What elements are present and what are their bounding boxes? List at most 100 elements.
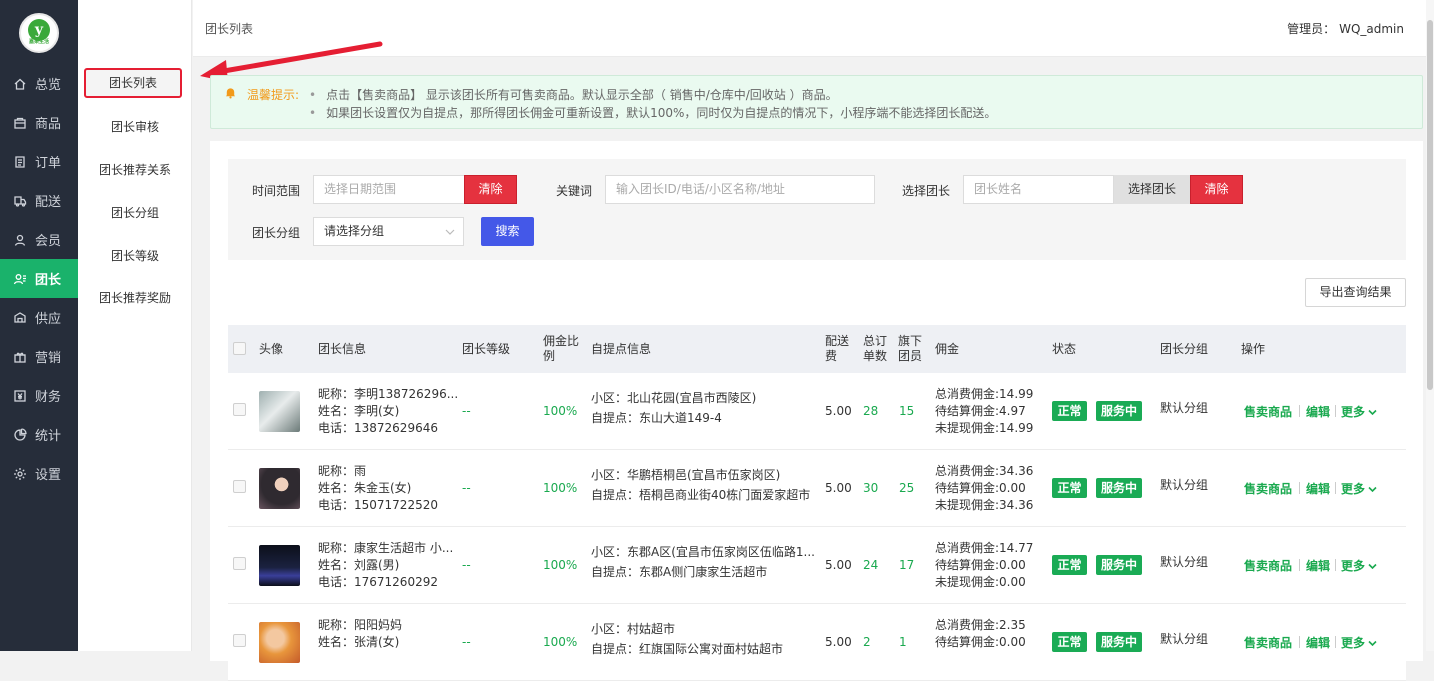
sell-goods-link[interactable]: 售卖商品 xyxy=(1244,403,1292,420)
leader-level: -- xyxy=(462,481,471,495)
logo-text: 嘉果生活 xyxy=(28,39,49,45)
select-all-checkbox[interactable] xyxy=(233,342,246,355)
commission-unwithdrawn: 未提现佣金:0.00 xyxy=(935,575,1026,589)
member-count: 25 xyxy=(899,481,915,495)
subnav-item-leader-list[interactable]: 团长列表 xyxy=(84,68,182,98)
date-range-input[interactable]: 选择日期范围 xyxy=(313,175,465,204)
table-row: 昵称：雨 姓名：朱金玉(女) 电话：15071722520 -- 100% 小区… xyxy=(228,450,1406,527)
more-dropdown[interactable]: 更多 xyxy=(1341,557,1377,574)
keyword-label: 关键词 xyxy=(556,184,593,198)
delivery-fee: 5.00 xyxy=(825,404,852,418)
row-checkbox[interactable] xyxy=(233,403,246,416)
delivery-icon xyxy=(13,194,27,208)
sidebar-item-members[interactable]: 会员 xyxy=(0,220,78,259)
keyword-input[interactable]: 输入团长ID/电话/小区名称/地址 xyxy=(605,175,875,204)
pickup-point: 自提点：红旗国际公寓对面村姑超市 xyxy=(591,642,784,656)
sidebar-item-marketing[interactable]: 营销 xyxy=(0,337,78,376)
delivery-fee: 5.00 xyxy=(825,558,852,572)
divider xyxy=(1335,636,1336,648)
header-pickup: 自提点信息 xyxy=(591,341,652,356)
group-select[interactable]: 请选择分组 xyxy=(313,217,464,246)
status-badge[interactable]: 正常 xyxy=(1052,478,1087,498)
sidebar-item-goods[interactable]: 商品 xyxy=(0,103,78,142)
sell-goods-link[interactable]: 售卖商品 xyxy=(1244,557,1292,574)
sidebar-item-orders[interactable]: 订单 xyxy=(0,142,78,181)
edit-link[interactable]: 编辑 xyxy=(1306,480,1330,497)
leader-phone: 电话：15071722520 xyxy=(318,498,438,512)
sell-goods-link[interactable]: 售卖商品 xyxy=(1244,480,1292,497)
sidebar-item-delivery[interactable]: 配送 xyxy=(0,181,78,220)
service-badge[interactable]: 服务中 xyxy=(1096,632,1142,652)
sidebar-item-label: 营销 xyxy=(35,351,62,366)
subnav-item-leader-level[interactable]: 团长等级 xyxy=(78,241,192,271)
header-level: 团长等级 xyxy=(462,341,511,356)
more-label: 更多 xyxy=(1341,405,1366,419)
choose-leader-button[interactable]: 选择团长 xyxy=(1114,175,1190,204)
tip-line: 点击【售卖商品】 显示该团长所有可售卖商品。默认显示全部（ 销售中/仓库中/回收… xyxy=(309,86,996,104)
row-checkbox[interactable] xyxy=(233,480,246,493)
export-results-button[interactable]: 导出查询结果 xyxy=(1305,278,1406,307)
status-badge[interactable]: 正常 xyxy=(1052,632,1087,652)
sidebar-item-overview[interactable]: 总览 xyxy=(0,64,78,103)
row-checkbox[interactable] xyxy=(233,634,246,647)
brand-logo[interactable]: y 嘉果生活 xyxy=(19,13,59,53)
chevron-down-icon xyxy=(1368,409,1377,416)
more-dropdown[interactable]: 更多 xyxy=(1341,634,1377,651)
order-count: 24 xyxy=(863,558,879,572)
leader-group: 默认分组 xyxy=(1160,478,1209,492)
leader-name-input[interactable]: 团长姓名 xyxy=(963,175,1114,204)
commission-pending: 待结算佣金:0.00 xyxy=(935,481,1026,495)
member-count: 15 xyxy=(899,404,915,418)
status-badge[interactable]: 正常 xyxy=(1052,401,1087,421)
subnav-item-leader-group[interactable]: 团长分组 xyxy=(78,198,192,228)
subnav-item-leader-referral[interactable]: 团长推荐关系 xyxy=(78,155,192,185)
gift-icon xyxy=(13,350,27,364)
more-label: 更多 xyxy=(1341,559,1366,573)
leader-level: -- xyxy=(462,558,471,572)
sidebar-item-finance[interactable]: 财务 xyxy=(0,376,78,415)
sidebar-item-settings[interactable]: 设置 xyxy=(0,454,78,493)
service-badge[interactable]: 服务中 xyxy=(1096,401,1142,421)
sidebar-item-supply[interactable]: 供应 xyxy=(0,298,78,337)
gear-icon xyxy=(13,467,27,481)
order-count: 28 xyxy=(863,404,879,418)
commission-ratio: 100% xyxy=(543,481,578,495)
sidebar-item-label: 配送 xyxy=(35,195,62,210)
header-members: 旗下团员 xyxy=(898,334,923,363)
edit-link[interactable]: 编辑 xyxy=(1306,557,1330,574)
more-dropdown[interactable]: 更多 xyxy=(1341,480,1377,497)
community: 小区：村姑超市 xyxy=(591,622,676,636)
sidebar-item-label: 会员 xyxy=(35,234,62,249)
scrollbar-track[interactable] xyxy=(1426,0,1434,651)
subnav-item-leader-review[interactable]: 团长审核 xyxy=(78,112,192,142)
order-count: 30 xyxy=(863,481,879,495)
service-badge[interactable]: 服务中 xyxy=(1096,478,1142,498)
clear-date-button[interactable]: 清除 xyxy=(464,175,517,204)
row-checkbox[interactable] xyxy=(233,557,246,570)
sell-goods-link[interactable]: 售卖商品 xyxy=(1244,634,1292,651)
admin-prefix: 管理员： xyxy=(1287,22,1336,36)
subnav-item-leader-referral-reward[interactable]: 团长推荐奖励 xyxy=(78,283,192,313)
chevron-down-icon xyxy=(1368,486,1377,493)
home-icon xyxy=(13,77,27,91)
status-badge[interactable]: 正常 xyxy=(1052,555,1087,575)
member-count: 17 xyxy=(899,558,915,572)
admin-info[interactable]: 管理员： WQ_admin xyxy=(1287,20,1404,37)
clear-leader-button[interactable]: 清除 xyxy=(1190,175,1243,204)
order-count: 2 xyxy=(863,635,871,649)
scrollbar-thumb[interactable] xyxy=(1427,20,1433,390)
search-button[interactable]: 搜索 xyxy=(481,217,534,246)
edit-link[interactable]: 编辑 xyxy=(1306,403,1330,420)
community: 小区：东郡A区(宜昌市伍家岗区伍临路1... xyxy=(591,545,815,559)
edit-link[interactable]: 编辑 xyxy=(1306,634,1330,651)
service-badge[interactable]: 服务中 xyxy=(1096,555,1142,575)
sidebar-item-statistics[interactable]: 统计 xyxy=(0,415,78,454)
more-dropdown[interactable]: 更多 xyxy=(1341,403,1377,420)
sidebar-item-leaders[interactable]: 团长 xyxy=(0,259,78,298)
commission-total: 总消费佣金:2.35 xyxy=(935,618,1026,632)
sidebar-item-label: 统计 xyxy=(35,429,62,444)
commission-unwithdrawn: 未提现佣金:14.99 xyxy=(935,421,1034,435)
page-title: 团长列表 xyxy=(205,22,254,36)
header-operations: 操作 xyxy=(1241,341,1266,356)
table-row: 昵称：李明138726296... 姓名：李明(女) 电话：1387262964… xyxy=(228,373,1406,450)
